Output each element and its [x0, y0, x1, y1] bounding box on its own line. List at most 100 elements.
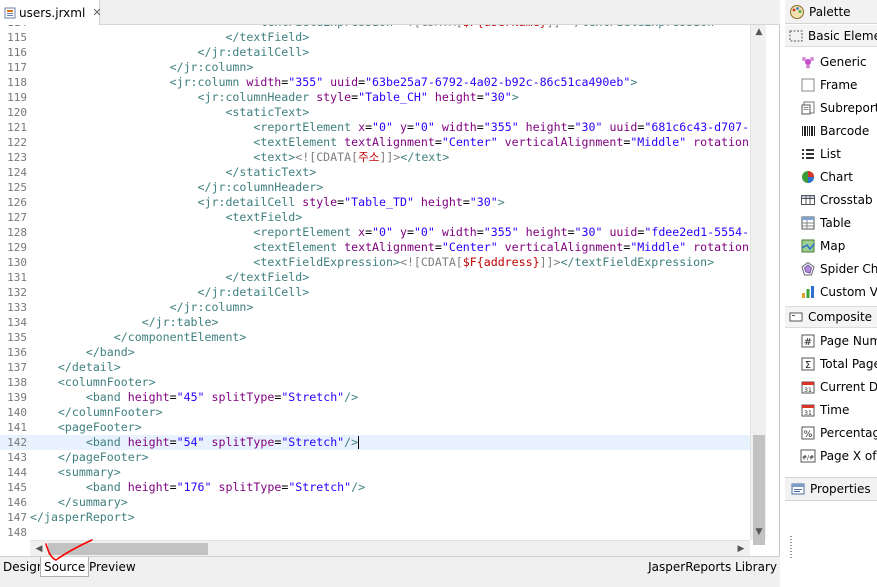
code-line[interactable]: 138 <columnFooter> [0, 375, 750, 390]
code-token: "Middle" [630, 135, 687, 149]
scroll-left-icon[interactable]: ◀ [32, 541, 46, 557]
palette-item-total-pages[interactable]: Σ Total Pages [800, 352, 877, 375]
code-line[interactable]: 142 <band height="54" splitType="Stretch… [0, 435, 750, 450]
code-text: </jr:columnHeader> [30, 180, 324, 195]
code-line[interactable]: 144 <summary> [0, 465, 750, 480]
code-token: <summary> [57, 465, 121, 479]
scroll-right-icon[interactable]: ▶ [734, 541, 748, 557]
group-basic-elements[interactable]: Basic Elements [785, 25, 877, 47]
code-text: <jr:columnHeader style = "Table_CH" height… [30, 90, 519, 105]
line-number: 148 [7, 526, 27, 539]
code-line[interactable]: 124 </staticText> [0, 165, 750, 180]
code-line[interactable]: 125 </jr:columnHeader> [0, 180, 750, 195]
code-line[interactable]: 140 </columnFooter> [0, 405, 750, 420]
code-token: width [246, 75, 282, 89]
editor-tab-users-jrxml[interactable]: users.jrxml ✕ [0, 0, 102, 25]
line-number: 130 [7, 256, 27, 269]
code-text: </detail> [30, 360, 121, 375]
palette-item-crosstab[interactable]: Crosstab [800, 188, 877, 211]
code-line[interactable]: 118 <jr:column width="355" uuid="63be25a… [0, 75, 750, 90]
palette-item-label: Page Number [820, 333, 877, 348]
vertical-scrollbar[interactable]: ▲ ▼ [750, 25, 767, 545]
line-number: 119 [7, 91, 27, 104]
code-line[interactable]: 130 <textFieldExpression><![CDATA[$F{add… [0, 255, 750, 270]
palette-item-time[interactable]: 31 Time [800, 398, 877, 421]
line-number: 143 [7, 451, 27, 464]
palette-item-label: Chart [820, 169, 853, 184]
code-line[interactable]: 147 </jasperReport> [0, 510, 750, 525]
code-line[interactable]: 131 </textField> [0, 270, 750, 285]
code-editor[interactable]: 114 <textFieldExpression><![CDATA[$F{use… [0, 15, 750, 540]
code-token: = [169, 435, 177, 449]
code-token: splitType [204, 435, 275, 449]
code-line[interactable]: 143 </pageFooter> [0, 450, 750, 465]
code-line[interactable]: 115 </textField> [0, 30, 750, 45]
code-line[interactable]: 128 <reportElement x="0" y="0" width="35… [0, 225, 750, 240]
code-line[interactable]: 127 <textField> [0, 210, 750, 225]
palette-item-custom-visualization[interactable]: Custom Visualization [800, 280, 877, 303]
scroll-up-icon[interactable]: ▲ [751, 25, 767, 40]
properties-body [785, 502, 877, 587]
code-line[interactable]: 121 <reportElement x="0" y="0" width="35… [0, 120, 750, 135]
palette-item-page-x-of-y[interactable]: #/# Page X of Y [800, 444, 877, 467]
line-number: 137 [7, 361, 27, 374]
code-line[interactable]: 126 <jr:detailCell style = "Table_TD" heig… [0, 195, 750, 210]
code-line[interactable]: 123 <text><![CDATA[주소]]></text> [0, 150, 750, 165]
code-line[interactable]: 119 <jr:columnHeader style = "Table_CH" he… [0, 90, 750, 105]
line-number: 139 [7, 391, 27, 404]
palette-item-chart[interactable]: Chart [800, 165, 877, 188]
line-number: 131 [7, 271, 27, 284]
line-number: 145 [7, 481, 27, 494]
jasperreports-library-label[interactable]: JasperReports Library [648, 557, 777, 577]
code-line[interactable]: 122 <textElement textAlignment="Center" … [0, 135, 750, 150]
line-number: 121 [7, 121, 27, 134]
palette-item-generic[interactable]: Generic [800, 50, 877, 73]
tab-preview[interactable]: Preview [86, 557, 139, 577]
palette-item-list[interactable]: List [800, 142, 877, 165]
code-line[interactable]: 116 </jr:detailCell> [0, 45, 750, 60]
palette-item-frame[interactable]: Frame [800, 73, 877, 96]
code-text: </textField> [30, 30, 309, 45]
code-token: "0" [372, 120, 393, 134]
palette-item-percentage[interactable]: % Percentage [800, 421, 877, 444]
code-line[interactable]: 132 </jr:detailCell> [0, 285, 750, 300]
code-line[interactable]: 129 <textElement textAlignment="Center" … [0, 240, 750, 255]
code-line[interactable]: 133 </jr:column> [0, 300, 750, 315]
line-number: 136 [7, 346, 27, 359]
code-line[interactable]: 117 </jr:column> [0, 60, 750, 75]
code-line[interactable]: 146 </summary> [0, 495, 750, 510]
palette-item-page-number[interactable]: # Page Number [800, 329, 877, 352]
group-composite-elements[interactable]: Composite Elements [785, 306, 877, 328]
palette-item-spider-chart[interactable]: Spider Chart [800, 257, 877, 280]
line-number: 128 [7, 226, 27, 239]
line-number: 133 [7, 301, 27, 314]
code-line[interactable]: 136 </band> [0, 345, 750, 360]
palette-item-map[interactable]: Map [800, 234, 877, 257]
horizontal-scroll-thumb[interactable] [48, 543, 208, 555]
code-line[interactable]: 135 </componentElement> [0, 330, 750, 345]
code-token: height [518, 225, 568, 239]
text-caret [358, 436, 360, 449]
palette-item-table[interactable]: Table [800, 211, 877, 234]
close-tab-icon[interactable]: ✕ [92, 6, 101, 19]
code-line[interactable]: 148 [0, 525, 750, 540]
tab-source[interactable]: Source [40, 557, 90, 577]
palette-item-barcode[interactable]: Barcode [800, 119, 877, 142]
code-token: style [316, 90, 352, 104]
code-text: </textField> [30, 270, 309, 285]
code-line[interactable]: 137 </detail> [0, 360, 750, 375]
scroll-down-icon[interactable]: ▼ [751, 525, 767, 540]
code-text: </columnFooter> [30, 405, 163, 420]
code-token: "Stretch" [281, 435, 345, 449]
palette-item-current-date[interactable]: 31 Current Date [800, 375, 877, 398]
properties-header[interactable]: Properties [785, 477, 877, 501]
properties-grip[interactable] [790, 536, 792, 558]
horizontal-scrollbar[interactable]: ◀ ▶ [30, 540, 750, 556]
code-line[interactable]: 120 <staticText> [0, 105, 750, 120]
palette-item-subreport[interactable]: Subreport [800, 96, 877, 119]
code-line[interactable]: 134 </jr:table> [0, 315, 750, 330]
code-line[interactable]: 145 <band height="176" splitType="Stretc… [0, 480, 750, 495]
code-line[interactable]: 139 <band height="45" splitType="Stretch… [0, 390, 750, 405]
code-line[interactable]: 141 <pageFooter> [0, 420, 750, 435]
line-number: 140 [7, 406, 27, 419]
